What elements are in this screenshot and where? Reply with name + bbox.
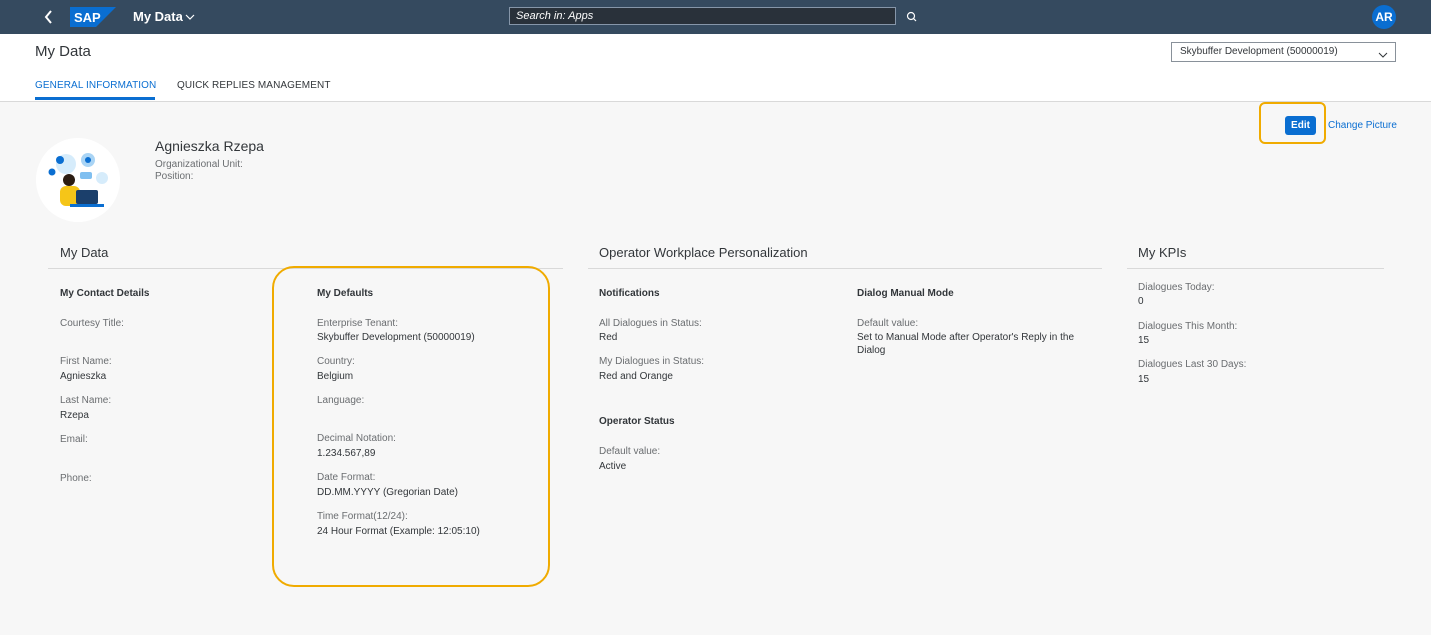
last-name-value: Rzepa <box>60 410 89 421</box>
kpi-last30-label: Dialogues Last 30 Days: <box>1138 359 1247 370</box>
chevron-down-icon <box>1377 47 1389 58</box>
defaults-highlight <box>272 266 550 587</box>
search-icon[interactable] <box>905 10 919 24</box>
last-name-label: Last Name: <box>60 395 112 406</box>
search-input[interactable]: Search in: Apps <box>509 7 896 25</box>
date-format-label: Date Format: <box>317 472 376 483</box>
chevron-down-icon[interactable] <box>184 10 196 22</box>
page-title: My Data <box>35 43 91 60</box>
contact-details-title: My Contact Details <box>60 288 150 299</box>
kpi-month-label: Dialogues This Month: <box>1138 321 1238 332</box>
kpi-month-value: 15 <box>1138 335 1150 346</box>
manual-mode-label: Default value: <box>857 318 919 329</box>
sap-logo[interactable]: SAP <box>70 7 116 27</box>
tenant-select[interactable]: Skybuffer Development (50000019) <box>1171 42 1396 62</box>
edit-button[interactable]: Edit <box>1285 116 1316 135</box>
country-label: Country: <box>317 356 355 367</box>
kpi-today-label: Dialogues Today: <box>1138 282 1215 293</box>
time-format-label: Time Format(12/24): <box>317 511 408 522</box>
time-format-value: 24 Hour Format (Example: 12:05:10) <box>317 526 480 537</box>
my-dialogues-label: My Dialogues in Status: <box>599 356 705 367</box>
profile-picture <box>36 138 120 222</box>
org-unit-label: Organizational Unit: <box>155 159 243 170</box>
operator-status-value: Active <box>599 461 627 472</box>
user-avatar[interactable]: AR <box>1372 5 1396 29</box>
app-title[interactable]: My Data <box>133 9 183 24</box>
country-value: Belgium <box>317 371 354 382</box>
section-title-kpis: My KPIs <box>1138 245 1187 260</box>
svg-text:SAP: SAP <box>74 10 101 25</box>
section-divider <box>1127 268 1384 269</box>
operator-status-label: Default value: <box>599 446 661 457</box>
all-dialogues-label: All Dialogues in Status: <box>599 318 702 329</box>
my-dialogues-value: Red and Orange <box>599 371 673 382</box>
notifications-title: Notifications <box>599 288 660 299</box>
shell-bar: SAP My Data Search in: Apps AR <box>0 0 1431 34</box>
manual-mode-title: Dialog Manual Mode <box>857 288 954 299</box>
first-name-label: First Name: <box>60 356 112 367</box>
first-name-value: Agnieszka <box>60 371 107 382</box>
tab-selected-indicator <box>35 97 155 100</box>
date-format-value: DD.MM.YYYY (Gregorian Date) <box>317 487 458 498</box>
email-label: Email: <box>60 434 88 445</box>
phone-label: Phone: <box>60 473 92 484</box>
search-placeholder: Search in: Apps <box>516 10 594 22</box>
tenant-value: Skybuffer Development (50000019) <box>317 332 475 343</box>
profile-name: Agnieszka Rzepa <box>155 138 264 154</box>
language-label: Language: <box>317 395 365 406</box>
section-title-personalization: Operator Workplace Personalization <box>599 245 808 260</box>
section-title-my-data: My Data <box>60 245 109 260</box>
defaults-title: My Defaults <box>317 288 374 299</box>
section-divider <box>588 268 1102 269</box>
page-header: My Data Skybuffer Development (50000019)… <box>0 34 1431 102</box>
decimal-value: 1.234.567,89 <box>317 448 376 459</box>
operator-status-title: Operator Status <box>599 416 675 427</box>
all-dialogues-value: Red <box>599 332 618 343</box>
position-label: Position: <box>155 171 194 182</box>
back-icon[interactable] <box>42 8 56 26</box>
tab-general-information[interactable]: GENERAL INFORMATION <box>35 80 156 91</box>
courtesy-title-label: Courtesy Title: <box>60 318 124 329</box>
tenant-label: Enterprise Tenant: <box>317 318 398 329</box>
manual-mode-value: Set to Manual Mode after Operator's Repl… <box>857 332 1075 343</box>
kpi-last30-value: 15 <box>1138 374 1150 385</box>
decimal-label: Decimal Notation: <box>317 433 396 444</box>
tenant-select-value: Skybuffer Development (50000019) <box>1180 46 1338 57</box>
tab-quick-replies-management[interactable]: QUICK REPLIES MANAGEMENT <box>177 80 331 91</box>
change-picture-link[interactable]: Change Picture <box>1328 120 1397 131</box>
kpi-today-value: 0 <box>1138 296 1144 307</box>
manual-mode-value-cont: Dialog <box>857 345 886 356</box>
